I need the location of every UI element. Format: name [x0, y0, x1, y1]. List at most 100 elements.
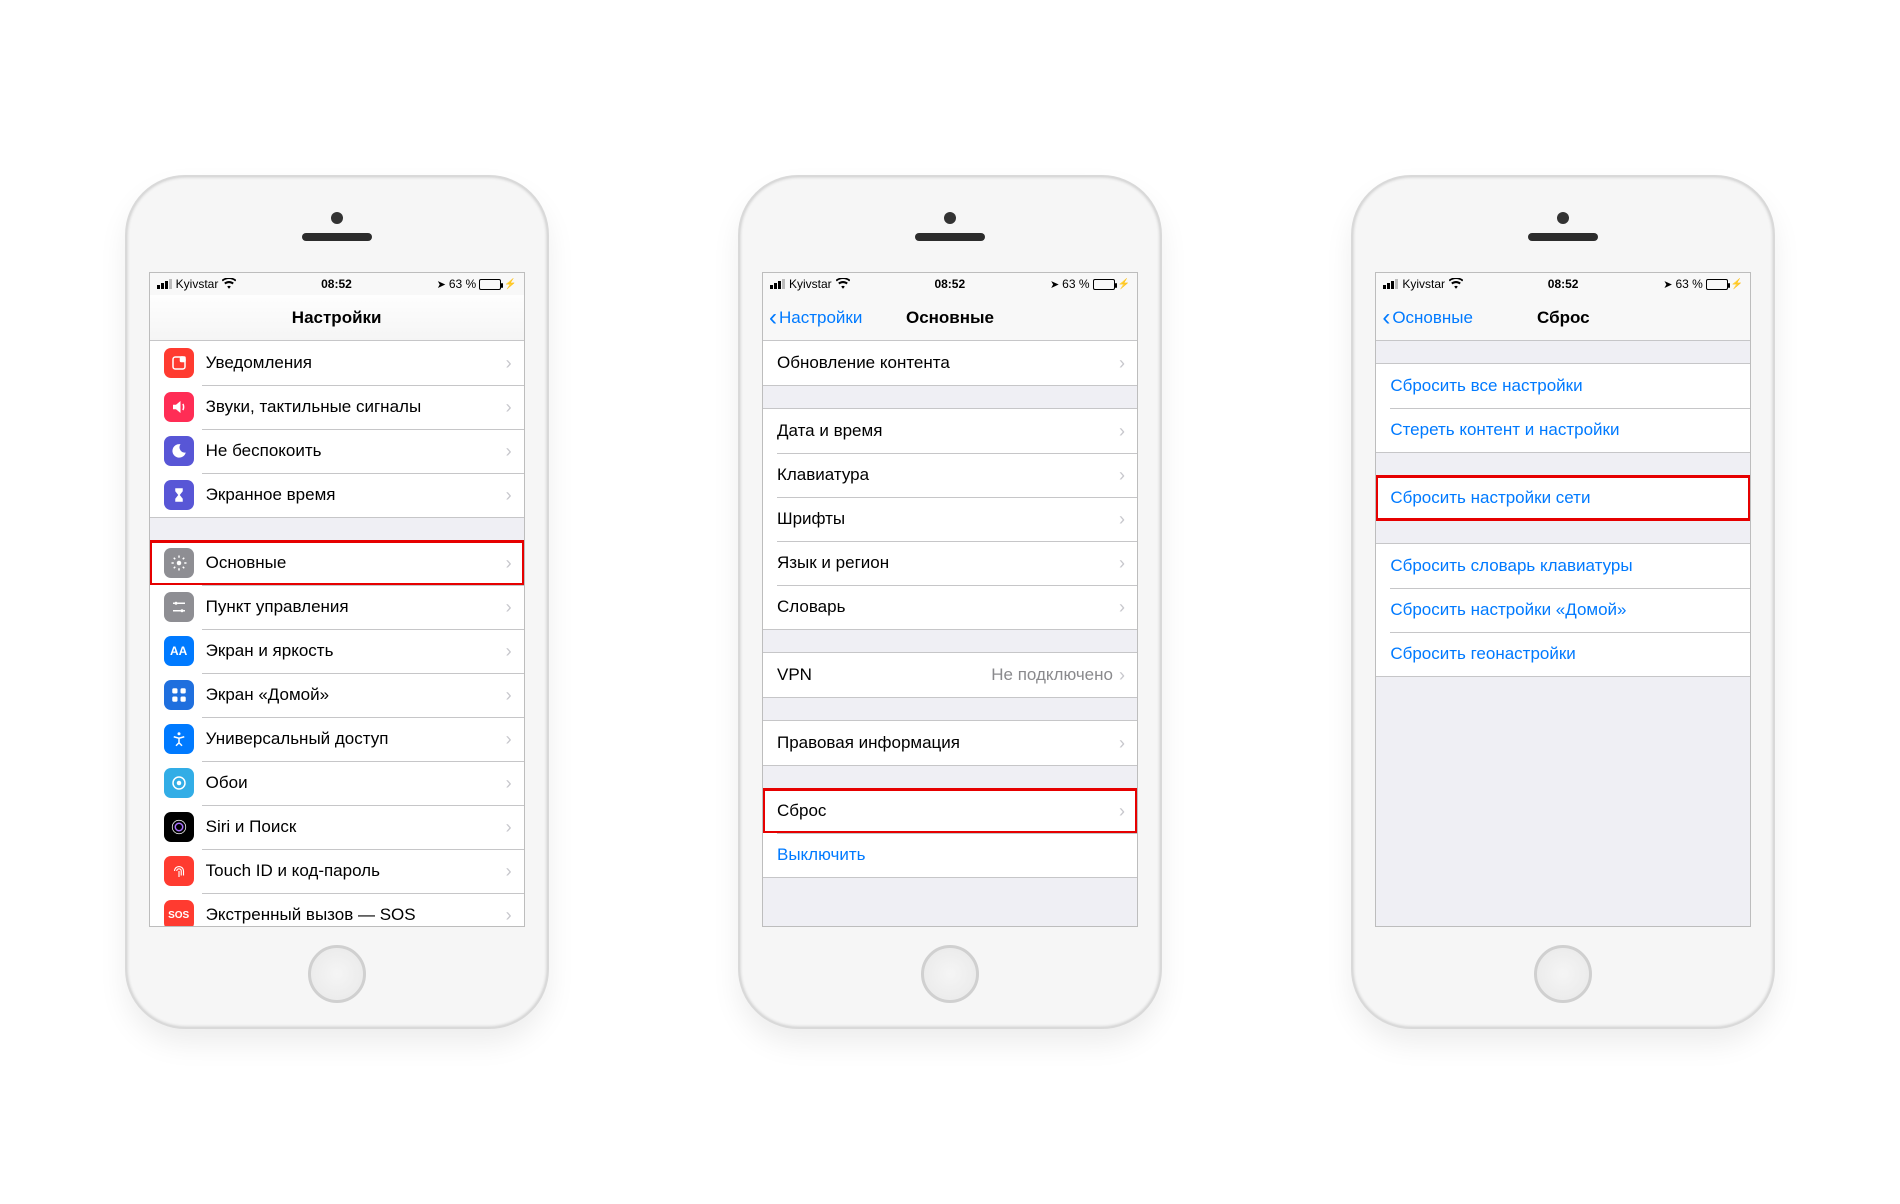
- row-vpn[interactable]: VPNНе подключено›: [763, 653, 1137, 697]
- row-клавиатура[interactable]: Клавиатура›: [763, 453, 1137, 497]
- row-не-беспокоить[interactable]: Не беспокоить›: [150, 429, 524, 473]
- row-универсальный-доступ[interactable]: Универсальный доступ›: [150, 717, 524, 761]
- row-label: Обои: [206, 773, 506, 793]
- row-сброс[interactable]: Сброс›: [763, 789, 1137, 833]
- row-touch-id-и-код-пароль[interactable]: Touch ID и код-пароль›: [150, 849, 524, 893]
- screen: Kyivstar 08:52 ➤ 63 % ⚡ Настройки Уведом…: [149, 272, 525, 927]
- navbar: Настройки: [150, 295, 524, 341]
- chevron-right-icon: ›: [506, 597, 512, 618]
- row-сбросить-геонастройки[interactable]: Сбросить геонастройки: [1376, 632, 1750, 676]
- row-label: Сброс: [777, 801, 1119, 821]
- chevron-right-icon: ›: [506, 817, 512, 838]
- home-button[interactable]: [308, 945, 366, 1003]
- chevron-right-icon: ›: [1119, 465, 1125, 486]
- row-label: Сбросить геонастройки: [1390, 644, 1738, 664]
- navbar: ‹ Основные Сброс: [1376, 295, 1750, 341]
- back-button[interactable]: ‹ Основные: [1382, 295, 1473, 340]
- chevron-left-icon: ‹: [1382, 306, 1390, 330]
- row-словарь[interactable]: Словарь›: [763, 585, 1137, 629]
- row-дата-и-время[interactable]: Дата и время›: [763, 409, 1137, 453]
- home-button[interactable]: [1534, 945, 1592, 1003]
- chevron-right-icon: ›: [1119, 665, 1125, 686]
- location-icon: ➤: [1050, 278, 1059, 291]
- row-siri-и-поиск[interactable]: Siri и Поиск›: [150, 805, 524, 849]
- camera-dot: [1557, 212, 1569, 224]
- row-язык-и-регион[interactable]: Язык и регион›: [763, 541, 1137, 585]
- chevron-right-icon: ›: [506, 773, 512, 794]
- chevron-right-icon: ›: [506, 905, 512, 926]
- row-выключить[interactable]: Выключить: [763, 833, 1137, 877]
- siri-icon: [164, 812, 194, 842]
- settings-list[interactable]: Уведомления›Звуки, тактильные сигналы›Не…: [150, 341, 524, 926]
- status-bar: Kyivstar 08:52 ➤ 63 % ⚡: [763, 273, 1137, 295]
- page-title: Сброс: [1537, 308, 1590, 328]
- row-label: Выключить: [777, 845, 1125, 865]
- row-label: Клавиатура: [777, 465, 1119, 485]
- carrier-label: Kyivstar: [176, 277, 219, 291]
- location-icon: ➤: [1663, 278, 1672, 291]
- speaker-slot: [1528, 233, 1598, 241]
- general-icon: [164, 548, 194, 578]
- row-label: Не беспокоить: [206, 441, 506, 461]
- row-уведомления[interactable]: Уведомления›: [150, 341, 524, 385]
- clock: 08:52: [1548, 277, 1579, 291]
- wifi-icon: [222, 277, 236, 292]
- carrier-label: Kyivstar: [1402, 277, 1445, 291]
- camera-dot: [331, 212, 343, 224]
- sos-icon: SOS: [164, 900, 194, 926]
- camera-dot: [944, 212, 956, 224]
- battery-pct: 63 %: [1675, 277, 1702, 291]
- group-datetime: Дата и время›Клавиатура›Шрифты›Язык и ре…: [763, 408, 1137, 630]
- chevron-right-icon: ›: [1119, 421, 1125, 442]
- group-reset-all: Сбросить все настройки Стереть контент и …: [1376, 363, 1750, 453]
- chevron-right-icon: ›: [506, 861, 512, 882]
- wifi-icon: [836, 277, 850, 292]
- page-title: Настройки: [292, 308, 382, 328]
- chevron-right-icon: ›: [506, 353, 512, 374]
- chevron-right-icon: ›: [1119, 353, 1125, 374]
- signal-icon: [1383, 279, 1398, 289]
- row-label: Дата и время: [777, 421, 1119, 441]
- general-list[interactable]: Обновление контента› Дата и время›Клавиа…: [763, 341, 1137, 926]
- chevron-right-icon: ›: [506, 685, 512, 706]
- row-сбросить-все-настройки[interactable]: Сбросить все настройки: [1376, 364, 1750, 408]
- speaker-slot: [302, 233, 372, 241]
- row-стереть-контент-и-настройки[interactable]: Стереть контент и настройки: [1376, 408, 1750, 452]
- touchid-icon: [164, 856, 194, 886]
- chevron-right-icon: ›: [1119, 597, 1125, 618]
- charging-icon: ⚡: [504, 279, 516, 290]
- screen: Kyivstar 08:52 ➤ 63 % ⚡ ‹ Настройки Осно…: [762, 272, 1138, 927]
- row-сбросить-словарь-клавиатуры[interactable]: Сбросить словарь клавиатуры: [1376, 544, 1750, 588]
- chevron-right-icon: ›: [506, 729, 512, 750]
- row-звуки,-тактильные-сигналы[interactable]: Звуки, тактильные сигналы›: [150, 385, 524, 429]
- reset-list[interactable]: Сбросить все настройки Стереть контент и …: [1376, 341, 1750, 926]
- row-сбросить-настройки-сети[interactable]: Сбросить настройки сети: [1376, 476, 1750, 520]
- row-label: Сбросить настройки сети: [1390, 488, 1738, 508]
- row-сбросить-настройки-«домой»[interactable]: Сбросить настройки «Домой»: [1376, 588, 1750, 632]
- back-button[interactable]: ‹ Настройки: [769, 295, 862, 340]
- row-шрифты[interactable]: Шрифты›: [763, 497, 1137, 541]
- row-обои[interactable]: Обои›: [150, 761, 524, 805]
- row-пункт-управления[interactable]: Пункт управления›: [150, 585, 524, 629]
- wifi-icon: [1449, 277, 1463, 292]
- row-label: Звуки, тактильные сигналы: [206, 397, 506, 417]
- row-label: VPN: [777, 665, 991, 685]
- page-title: Основные: [906, 308, 994, 328]
- chevron-right-icon: ›: [1119, 553, 1125, 574]
- row-основные[interactable]: Основные›: [150, 541, 524, 585]
- row-обновление-контента[interactable]: Обновление контента›: [763, 341, 1137, 385]
- row-правовая-информация[interactable]: Правовая информация›: [763, 721, 1137, 765]
- row-экранное-время[interactable]: Экранное время›: [150, 473, 524, 517]
- sound-icon: [164, 392, 194, 422]
- group-reset: Сброс› Выключить: [763, 788, 1137, 878]
- row-экран-и-яркость[interactable]: AAЭкран и яркость›: [150, 629, 524, 673]
- row-экран-«домой»[interactable]: Экран «Домой»›: [150, 673, 524, 717]
- row-label: Стереть контент и настройки: [1390, 420, 1738, 440]
- group-reset-misc: Сбросить словарь клавиатурыСбросить наст…: [1376, 543, 1750, 677]
- row-label: Сбросить все настройки: [1390, 376, 1738, 396]
- home-button[interactable]: [921, 945, 979, 1003]
- group-vpn: VPNНе подключено›: [763, 652, 1137, 698]
- clock: 08:52: [321, 277, 352, 291]
- row-экстренный-вызов-—-sos[interactable]: SOSЭкстренный вызов — SOS›: [150, 893, 524, 926]
- chevron-right-icon: ›: [506, 397, 512, 418]
